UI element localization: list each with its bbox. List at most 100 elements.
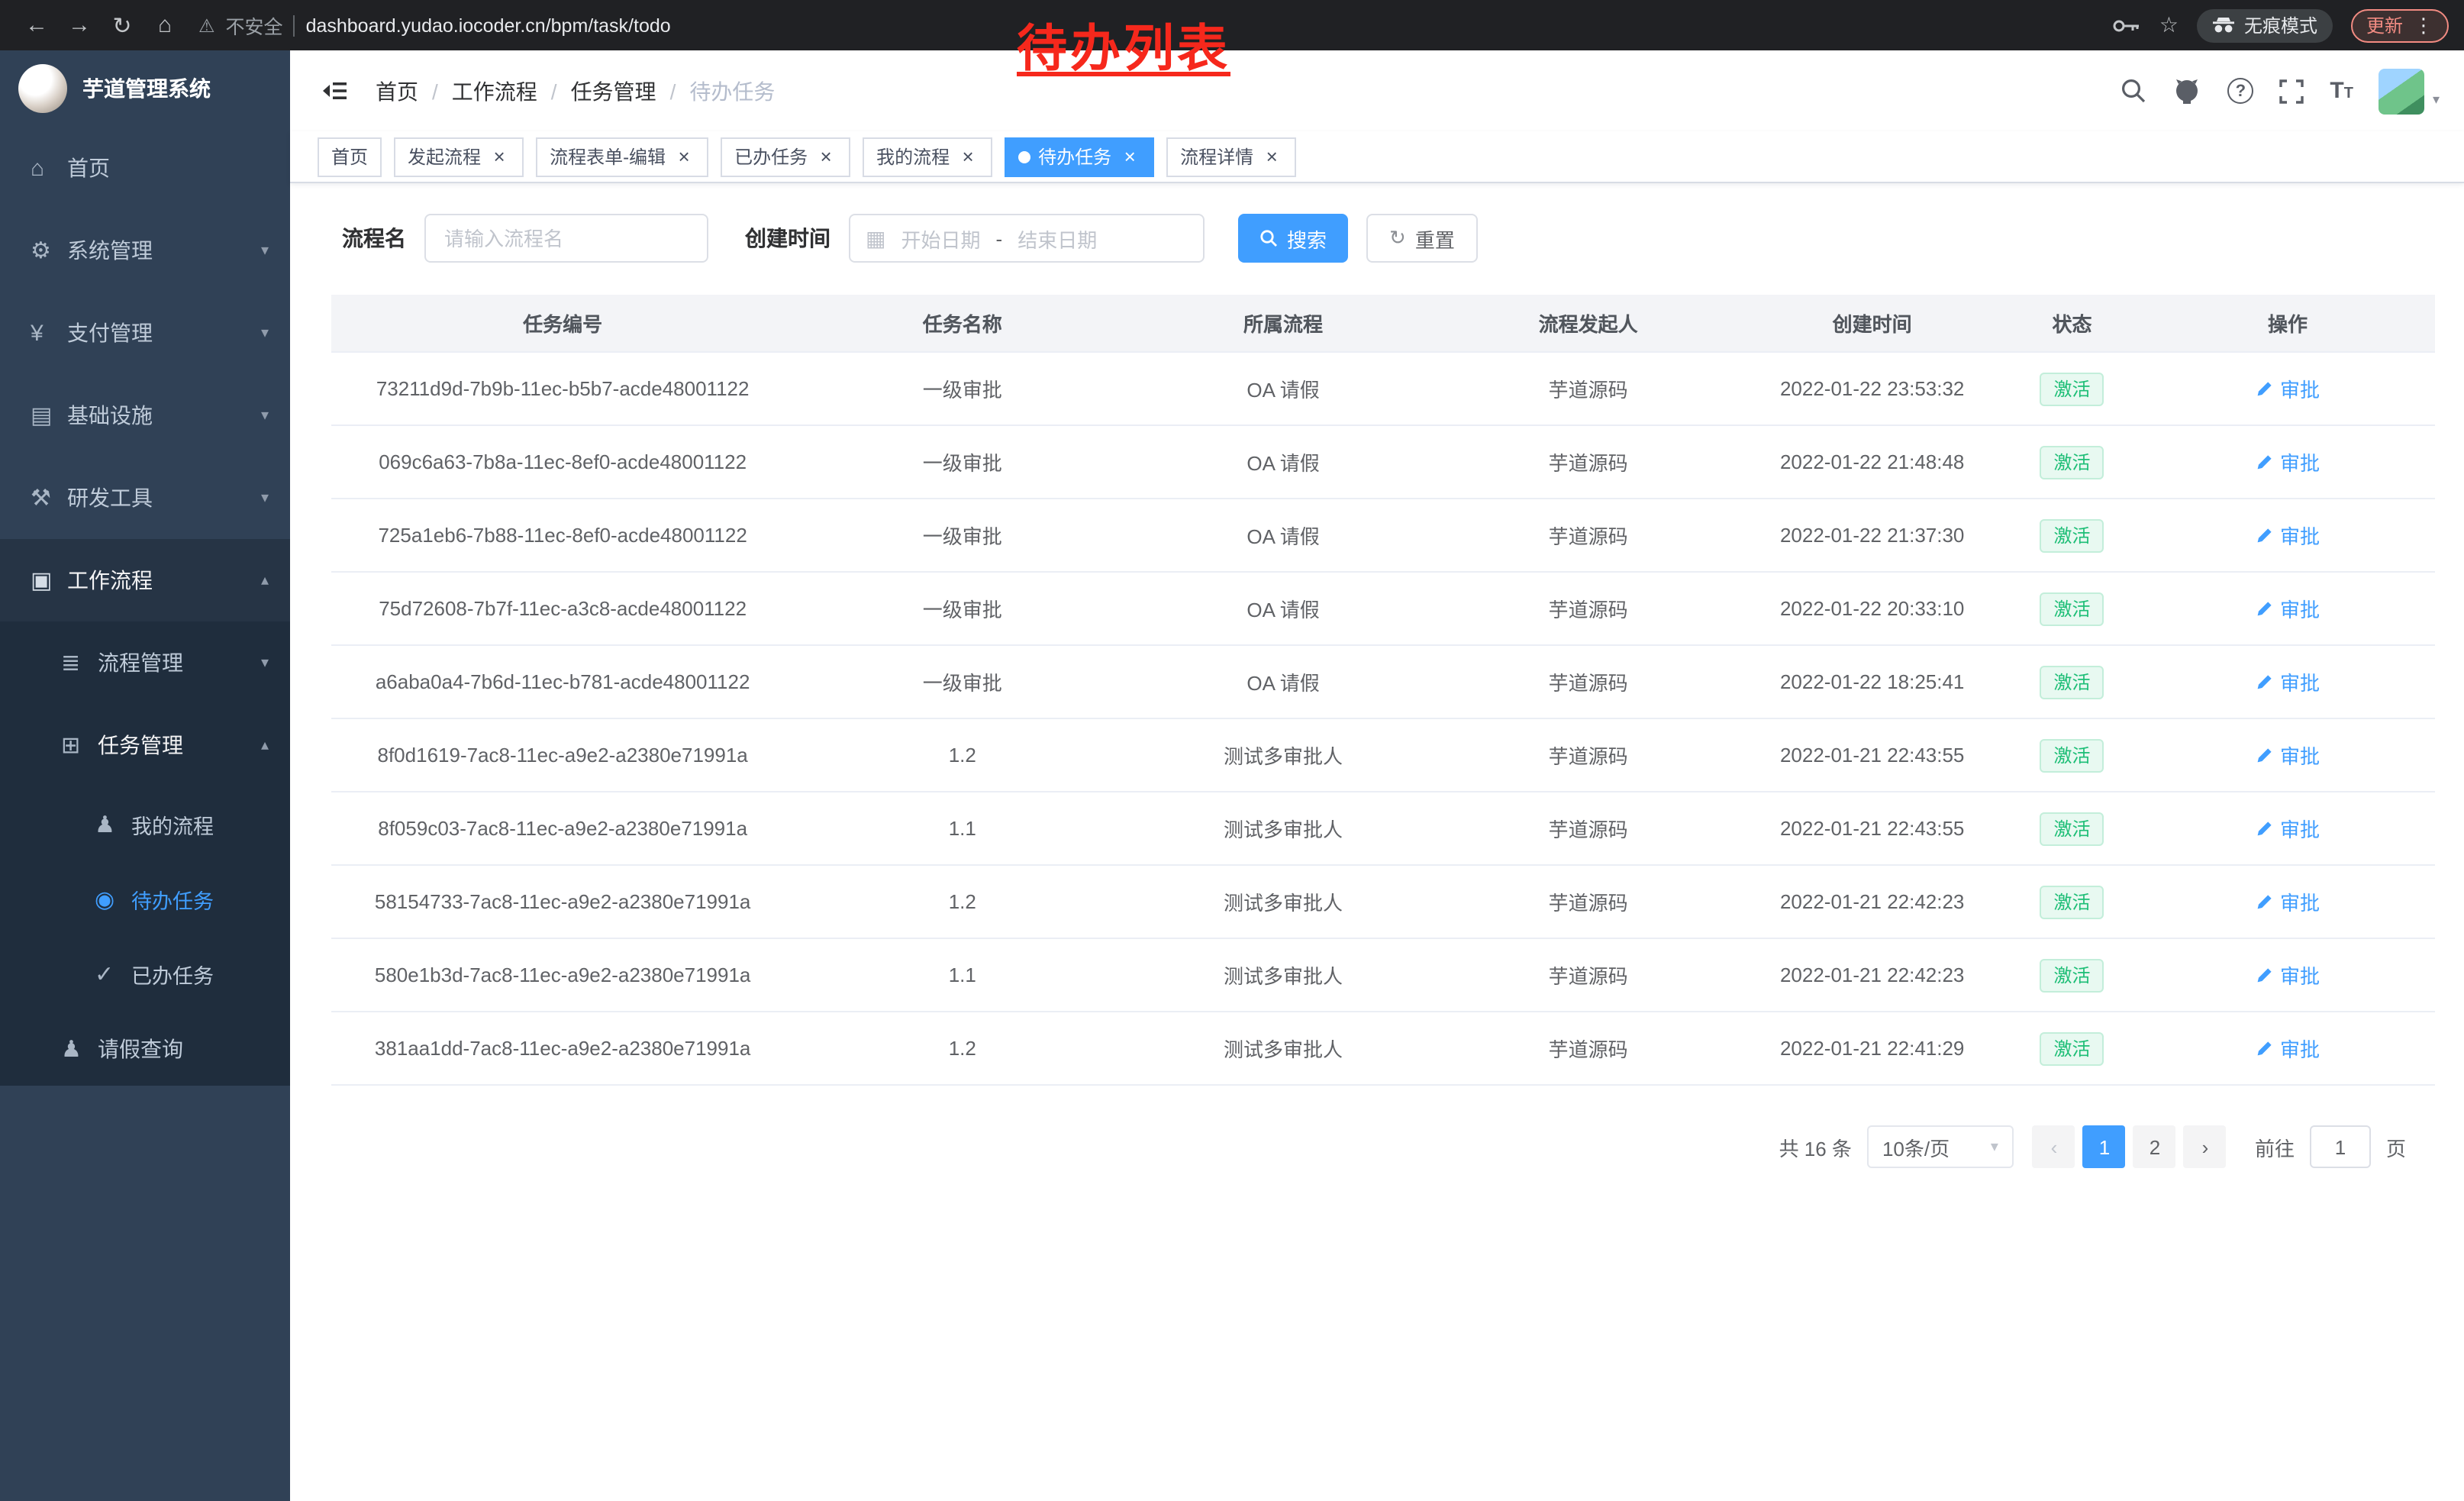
reload-icon[interactable]: ↻ xyxy=(101,11,144,39)
next-page-button[interactable]: › xyxy=(2184,1125,2227,1168)
tab-close-icon[interactable]: × xyxy=(957,146,979,167)
column-task-id: 任务编号 xyxy=(331,295,794,351)
address-bar[interactable]: ⚠ 不安全 dashboard.yudao.iocoder.cn/bpm/tas… xyxy=(198,11,671,40)
edit-icon xyxy=(2256,379,2274,398)
sidebar-item-devtools[interactable]: ⚒ 研发工具 ▾ xyxy=(0,457,290,539)
font-size-icon[interactable]: TT xyxy=(2330,79,2353,102)
update-chip[interactable]: 更新 ⋮ xyxy=(2351,8,2449,42)
sidebar-item-process-mgmt[interactable]: ≣ 流程管理 ▾ xyxy=(0,621,290,704)
approve-button[interactable]: 审批 xyxy=(2256,521,2320,550)
sidebar-item-my-process[interactable]: ♟ 我的流程 xyxy=(0,786,290,861)
cell-create-time: 2022-01-22 18:25:41 xyxy=(1740,646,2004,718)
cell-create-time: 2022-01-21 22:42:23 xyxy=(1740,866,2004,938)
help-icon[interactable]: ? xyxy=(2227,78,2253,104)
filter-bar: 流程名 创建时间 ▦ 开始日期 - 结束日期 搜索 ↻ xyxy=(290,183,2464,295)
security-label[interactable]: 不安全 xyxy=(226,11,283,40)
sidebar-collapse-icon[interactable] xyxy=(321,79,348,102)
sidebar-item-done-tasks[interactable]: ✓ 已办任务 xyxy=(0,936,290,1011)
edit-icon xyxy=(2256,526,2274,544)
cell-status: 激活 xyxy=(2004,792,2140,864)
approve-button[interactable]: 审批 xyxy=(2256,814,2320,843)
page-button-1[interactable]: 1 xyxy=(2083,1125,2126,1168)
select-caret-icon: ▾ xyxy=(1991,1138,1998,1155)
approve-button[interactable]: 审批 xyxy=(2256,741,2320,770)
header-actions: ? TT ▾ xyxy=(2121,68,2440,114)
goto-page-input[interactable] xyxy=(2310,1125,2371,1168)
tab-close-icon[interactable]: × xyxy=(815,146,837,167)
tab-close-icon[interactable]: × xyxy=(489,146,510,167)
approve-button[interactable]: 审批 xyxy=(2256,594,2320,623)
cell-task-id: 381aa1dd-7ac8-11ec-a9e2-a2380e71991a xyxy=(331,1012,794,1084)
approve-button[interactable]: 审批 xyxy=(2256,887,2320,916)
chevron-down-icon: ▾ xyxy=(261,654,269,671)
sidebar-item-payment[interactable]: ¥ 支付管理 ▾ xyxy=(0,292,290,374)
avatar-caret-icon[interactable]: ▾ xyxy=(2433,91,2440,108)
tab-3[interactable]: 已办任务× xyxy=(721,137,850,176)
update-label[interactable]: 更新 xyxy=(2366,12,2403,38)
active-tab-dot-icon xyxy=(1018,150,1030,163)
cell-action: 审批 xyxy=(2140,719,2435,791)
tab-1[interactable]: 发起流程× xyxy=(394,137,524,176)
sidebar-item-todo-tasks[interactable]: ◉ 待办任务 xyxy=(0,861,290,936)
github-icon[interactable] xyxy=(2172,77,2201,105)
menu-kebab-icon[interactable]: ⋮ xyxy=(2414,13,2433,37)
column-starter: 流程发起人 xyxy=(1436,295,1741,351)
date-range-picker[interactable]: ▦ 开始日期 - 结束日期 xyxy=(849,214,1205,263)
tab-2[interactable]: 流程表单-编辑× xyxy=(536,137,708,176)
search-icon[interactable] xyxy=(2121,78,2146,104)
breadcrumb-workflow[interactable]: 工作流程 xyxy=(452,76,537,106)
tab-6[interactable]: 流程详情× xyxy=(1166,137,1296,176)
column-process: 所属流程 xyxy=(1130,295,1436,351)
user-avatar[interactable] xyxy=(2379,68,2425,114)
sidebar-item-label: 支付管理 xyxy=(67,318,153,348)
cell-task-id: 58154733-7ac8-11ec-a9e2-a2380e71991a xyxy=(331,866,794,938)
table-row: 069c6a63-7b8a-11ec-8ef0-acde48001122 一级审… xyxy=(331,426,2435,499)
fullscreen-icon[interactable] xyxy=(2279,79,2304,103)
sidebar-item-home[interactable]: ⌂ 首页 xyxy=(0,127,290,209)
cell-starter: 芋道源码 xyxy=(1436,646,1741,718)
cell-task-id: 8f059c03-7ac8-11ec-a9e2-a2380e71991a xyxy=(331,792,794,864)
breadcrumb-home[interactable]: 首页 xyxy=(376,76,418,106)
approve-button[interactable]: 审批 xyxy=(2256,960,2320,989)
cell-status: 激活 xyxy=(2004,866,2140,938)
page-button-2[interactable]: 2 xyxy=(2133,1125,2176,1168)
user-icon: ♟ xyxy=(95,810,131,838)
cell-action: 审批 xyxy=(2140,792,2435,864)
cell-process: OA 请假 xyxy=(1130,426,1436,498)
browser-home-icon[interactable]: ⌂ xyxy=(144,12,186,38)
sidebar-item-workflow[interactable]: ▣ 工作流程 ▴ xyxy=(0,539,290,621)
search-button[interactable]: 搜索 xyxy=(1238,214,1348,263)
end-date-placeholder[interactable]: 结束日期 xyxy=(1018,224,1097,253)
tab-close-icon[interactable]: × xyxy=(1119,146,1140,167)
breadcrumb-task-mgmt[interactable]: 任务管理 xyxy=(571,76,656,106)
tab-close-icon[interactable]: × xyxy=(673,146,695,167)
back-icon[interactable]: ← xyxy=(15,12,58,38)
page-url[interactable]: dashboard.yudao.iocoder.cn/bpm/task/todo xyxy=(306,15,671,36)
column-action: 操作 xyxy=(2140,295,2435,351)
approve-button[interactable]: 审批 xyxy=(2256,374,2320,403)
tab-5[interactable]: 待办任务× xyxy=(1005,137,1154,176)
approve-button[interactable]: 审批 xyxy=(2256,667,2320,696)
tab-close-icon[interactable]: × xyxy=(1261,146,1282,167)
prev-page-button[interactable]: ‹ xyxy=(2033,1125,2075,1168)
reset-button[interactable]: ↻ 重置 xyxy=(1366,214,1478,263)
sidebar-item-leave-query[interactable]: ♟ 请假查询 xyxy=(0,1011,290,1086)
sidebar-item-system[interactable]: ⚙ 系统管理 ▾ xyxy=(0,209,290,292)
process-name-label: 流程名 xyxy=(342,223,406,253)
approve-button[interactable]: 审批 xyxy=(2256,1034,2320,1063)
tab-4[interactable]: 我的流程× xyxy=(863,137,992,176)
cell-action: 审批 xyxy=(2140,1012,2435,1084)
page-size-select[interactable]: 10条/页 ▾ xyxy=(1867,1125,2014,1168)
cell-process: OA 请假 xyxy=(1130,573,1436,644)
key-icon[interactable] xyxy=(2114,18,2141,33)
process-name-input[interactable] xyxy=(424,214,708,263)
sidebar-item-task-mgmt[interactable]: ⊞ 任务管理 ▴ xyxy=(0,704,290,786)
bookmark-star-icon[interactable]: ☆ xyxy=(2159,12,2179,38)
sidebar-item-infrastructure[interactable]: ▤ 基础设施 ▾ xyxy=(0,374,290,457)
tab-0[interactable]: 首页 xyxy=(318,137,382,176)
forward-icon[interactable]: → xyxy=(58,12,101,38)
approve-button[interactable]: 审批 xyxy=(2256,447,2320,476)
start-date-placeholder[interactable]: 开始日期 xyxy=(901,224,980,253)
breadcrumb-separator: / xyxy=(670,79,676,103)
sidebar-item-label: 待办任务 xyxy=(131,883,214,914)
